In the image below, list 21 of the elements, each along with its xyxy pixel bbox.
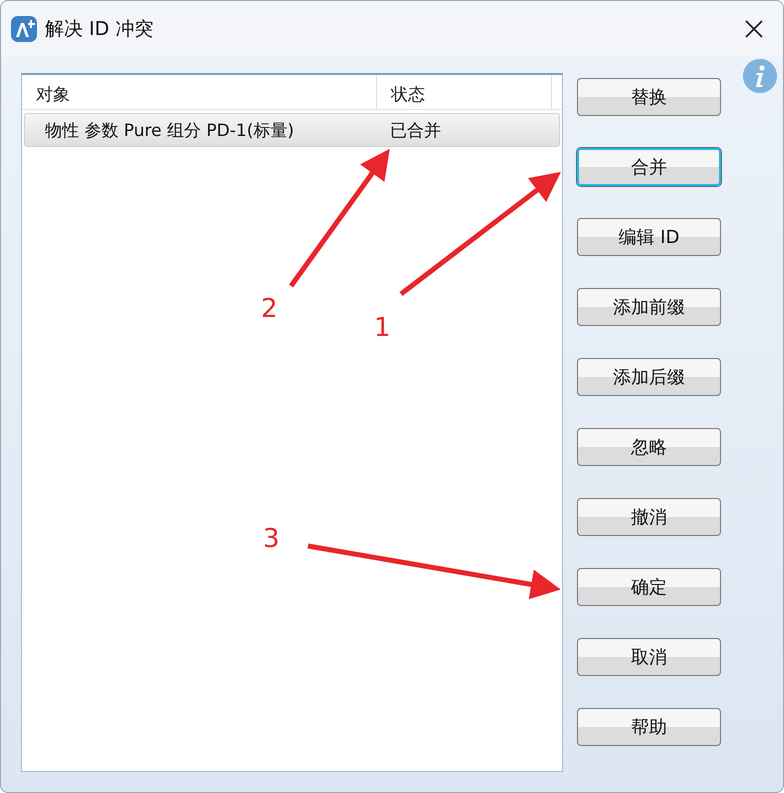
action-button[interactable]: 编辑 ID bbox=[577, 218, 721, 256]
column-header[interactable]: 对象 bbox=[22, 75, 377, 109]
action-button[interactable]: 取消 bbox=[577, 638, 721, 676]
table-cell-text: 已合并 bbox=[389, 120, 442, 142]
table-cell-text: 物性 参数 Pure 组分 PD-1(标量) bbox=[44, 120, 295, 142]
action-button[interactable]: 添加后缀 bbox=[577, 358, 721, 396]
close-icon[interactable] bbox=[745, 20, 763, 38]
annotation-number: 2 bbox=[261, 294, 278, 324]
action-button[interactable]: 替换 bbox=[577, 78, 721, 116]
annotation-number: 1 bbox=[374, 313, 391, 343]
column-header[interactable]: 状态 bbox=[377, 75, 552, 109]
action-button[interactable]: 确定 bbox=[577, 568, 721, 606]
action-button[interactable]: 帮助 bbox=[577, 708, 721, 746]
action-button[interactable]: 添加前缀 bbox=[577, 288, 721, 326]
action-button[interactable]: 撤消 bbox=[577, 498, 721, 536]
list-row[interactable]: 物性 参数 Pure 组分 PD-1(标量) 已合并 bbox=[24, 113, 560, 147]
app-logo-icon bbox=[11, 16, 37, 42]
window-title: 解决 ID 冲突 bbox=[45, 17, 154, 42]
action-button[interactable]: 合并 bbox=[577, 148, 721, 186]
annotation-number: 3 bbox=[263, 524, 280, 554]
action-button[interactable]: 忽略 bbox=[577, 428, 721, 466]
